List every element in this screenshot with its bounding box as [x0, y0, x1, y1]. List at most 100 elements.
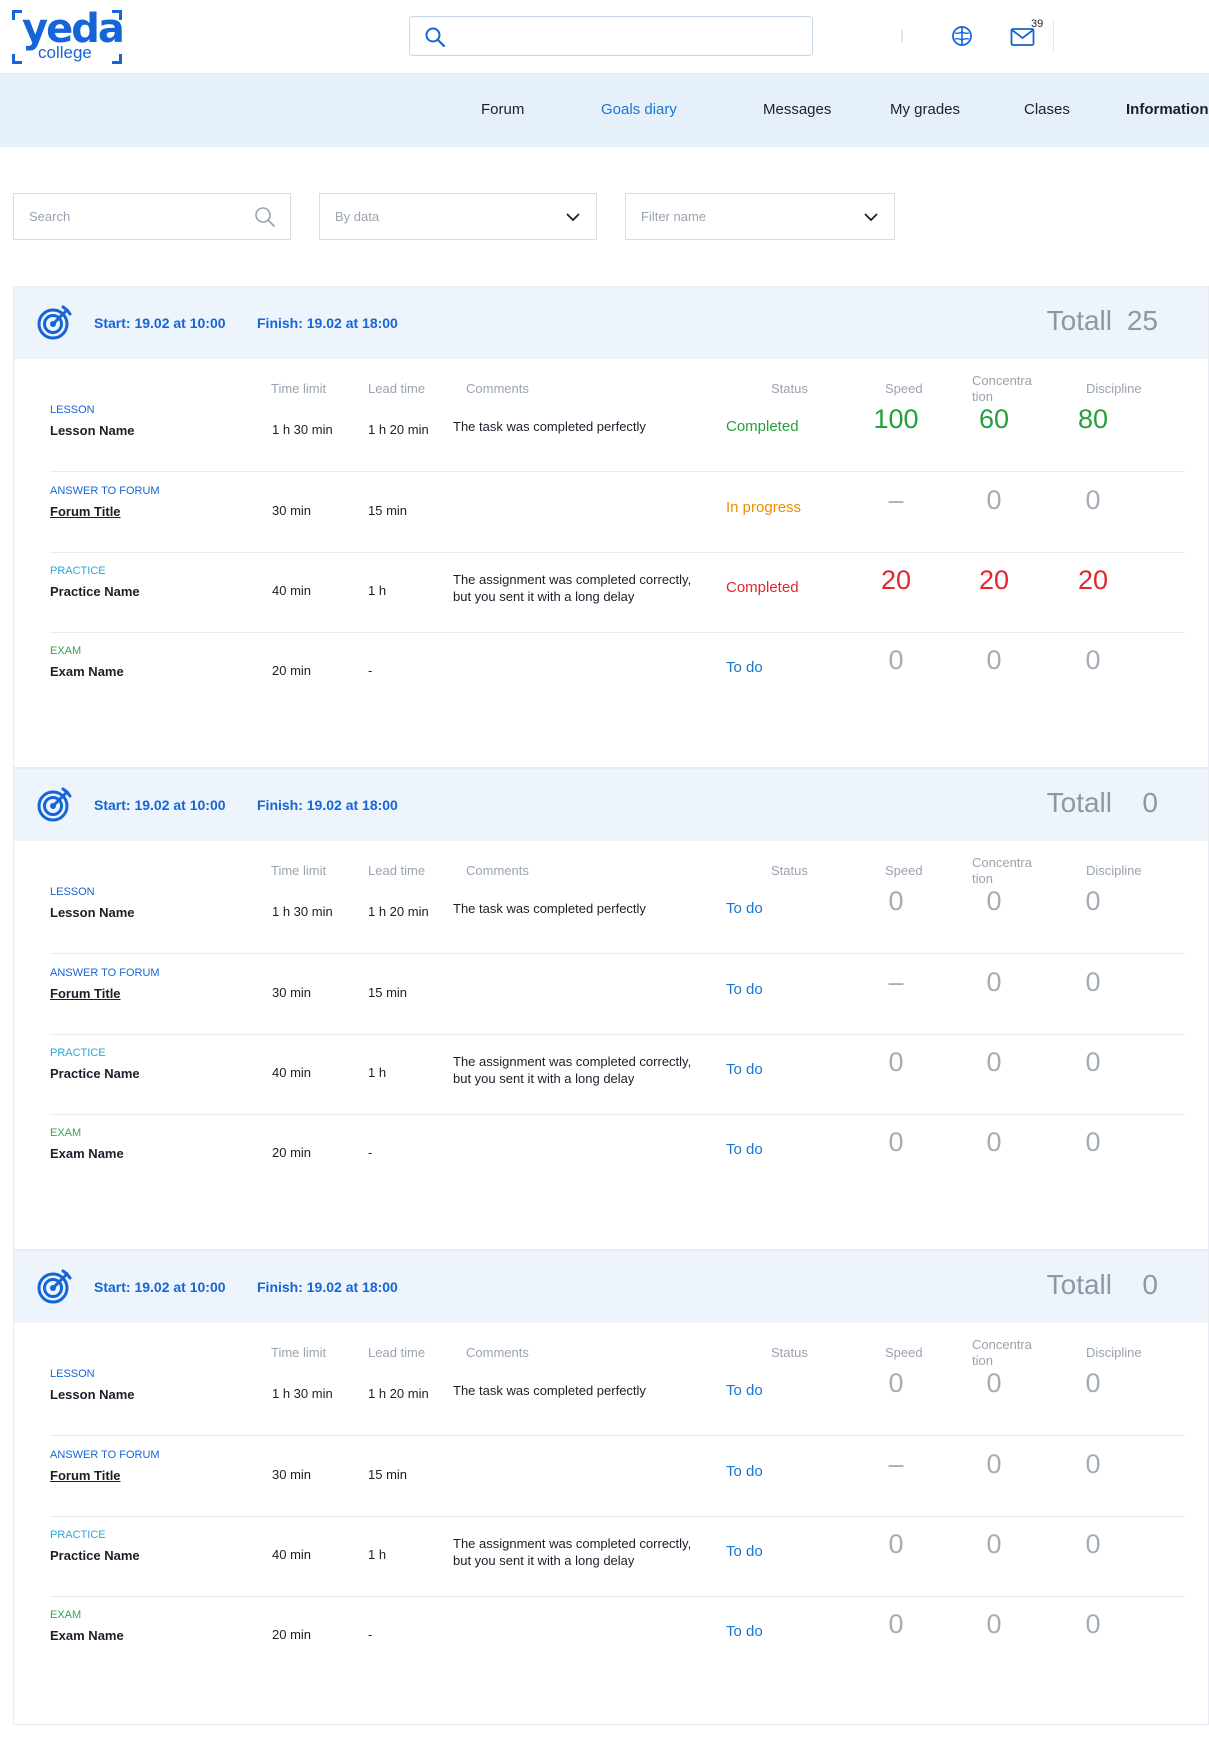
task-time-limit: 30 min: [272, 1467, 312, 1482]
task-status[interactable]: To do: [726, 1382, 763, 1399]
task-lead-time: 15 min: [368, 1467, 408, 1482]
task-time-limit: 40 min: [272, 1065, 312, 1080]
logo-corner: [12, 54, 22, 64]
by-data-dropdown[interactable]: By data: [319, 193, 597, 240]
nav-information[interactable]: Information: [1126, 101, 1209, 118]
task-comment: [453, 659, 743, 676]
task-name-link[interactable]: Forum Title: [50, 986, 121, 1001]
goal-total-label: Totall: [1046, 305, 1112, 336]
goal-card-header: Start: 19.02 at 10:00 Finish: 19.02 at 18…: [14, 1251, 1208, 1323]
goal-task-row[interactable]: EXAM Exam Name 20 min - To do 0 0 0: [50, 1597, 1185, 1677]
task-comment-line1: The assignment was completed correctly,: [453, 572, 692, 587]
score-discipline: 0: [1085, 1449, 1101, 1479]
nav-messages[interactable]: Messages: [763, 101, 831, 118]
task-status[interactable]: To do: [726, 1061, 763, 1078]
goal-finish: Finish: 19.02 at 18:00: [257, 797, 398, 813]
chevron-down-icon: [566, 213, 580, 222]
task-status[interactable]: To do: [726, 659, 763, 676]
goal-task-row[interactable]: LESSON Lesson Name 1 h 30 min 1 h 20 min The…: [50, 874, 1185, 954]
task-comment-line1: The task was completed perfectly: [453, 1383, 646, 1398]
task-lead-time: 15 min: [368, 503, 408, 518]
score-discipline: 0: [1085, 1529, 1101, 1559]
goal-task-row[interactable]: LESSON Lesson Name 1 h 30 min 1 h 20 min The…: [50, 392, 1185, 472]
task-status[interactable]: To do: [726, 1623, 763, 1640]
task-type: ANSWER TO FORUM: [50, 485, 160, 497]
goal-task-row[interactable]: ANSWER TO FORUM Forum Title 30 min 15 min To…: [50, 955, 1185, 1035]
goal-total-label: Totall: [1046, 1269, 1112, 1300]
score-concentration: 60: [978, 404, 1010, 434]
task-name-link[interactable]: Forum Title: [50, 1468, 121, 1483]
task-status[interactable]: To do: [726, 981, 763, 998]
nav-forum[interactable]: Forum: [481, 101, 524, 118]
score-speed: –: [888, 1449, 904, 1479]
goal-card-header: Start: 19.02 at 10:00 Finish: 19.02 at 18…: [14, 287, 1208, 359]
score-speed: 0: [888, 1047, 904, 1077]
task-status[interactable]: To do: [726, 1543, 763, 1560]
goal-task-row[interactable]: ANSWER TO FORUM Forum Title 30 min 15 min To…: [50, 1437, 1185, 1517]
goal-task-row[interactable]: PRACTICE Practice Name 40 min 1 h The assign…: [50, 1035, 1185, 1115]
score-concentration: 0: [986, 1449, 1002, 1479]
score-speed: 0: [888, 1368, 904, 1398]
goal-total-label: Totall: [1046, 787, 1112, 818]
task-name: Exam Name: [50, 1146, 124, 1161]
task-comment: [453, 1141, 743, 1158]
nav-clases[interactable]: Clases: [1024, 101, 1070, 118]
score-speed: 100: [873, 404, 919, 434]
task-time-limit: 20 min: [272, 1145, 312, 1160]
score-discipline: 0: [1085, 886, 1101, 916]
nav-goals-diary[interactable]: Goals diary: [601, 101, 677, 118]
brain-icon[interactable]: [950, 24, 974, 48]
score-concentration: 0: [986, 645, 1002, 675]
task-lead-time: -: [368, 1627, 373, 1642]
task-type: PRACTICE: [50, 1529, 106, 1541]
goal-task-row[interactable]: PRACTICE Practice Name 40 min 1 h The assign…: [50, 1517, 1185, 1597]
task-comment-line2: but you sent it with a long delay: [453, 1071, 635, 1086]
col-concentration-line1: Concentra: [972, 373, 1032, 388]
task-time-limit: 40 min: [272, 1547, 312, 1562]
task-status[interactable]: To do: [726, 1141, 763, 1158]
task-lead-time: 1 h 20 min: [368, 422, 429, 437]
task-lead-time: 1 h: [368, 1065, 387, 1080]
score-concentration: 0: [986, 967, 1002, 997]
task-time-limit: 30 min: [272, 503, 312, 518]
task-type: EXAM: [50, 1609, 82, 1621]
score-speed: 0: [888, 1529, 904, 1559]
by-data-placeholder: By data: [335, 209, 380, 224]
task-name: Practice Name: [50, 1066, 140, 1081]
task-name: Exam Name: [50, 1628, 124, 1643]
goal-task-row[interactable]: ANSWER TO FORUM Forum Title 30 min 15 min In…: [50, 473, 1185, 553]
target-icon: [37, 1269, 72, 1304]
task-lead-time: 1 h: [368, 1547, 387, 1562]
task-type: EXAM: [50, 1127, 82, 1139]
search-input[interactable]: Search: [13, 193, 291, 240]
score-concentration: 0: [986, 1047, 1002, 1077]
score-speed: –: [888, 485, 904, 515]
goal-task-row[interactable]: EXAM Exam Name 20 min - To do 0 0 0: [50, 633, 1185, 713]
task-name-link[interactable]: Forum Title: [50, 504, 121, 519]
task-name: Lesson Name: [50, 423, 135, 438]
task-comment: The assignment was completed correctly, b…: [453, 571, 743, 605]
task-comment-line1: The assignment was completed correctly,: [453, 1054, 692, 1069]
task-time-limit: 1 h 30 min: [272, 904, 333, 919]
global-search-input[interactable]: [409, 16, 813, 56]
goal-task-row[interactable]: EXAM Exam Name 20 min - To do 0 0 0: [50, 1115, 1185, 1195]
task-comment: The task was completed perfectly: [453, 1382, 743, 1399]
score-speed: 0: [888, 1609, 904, 1639]
score-speed: 0: [888, 1127, 904, 1157]
task-status: In progress: [726, 499, 802, 516]
filter-name-dropdown[interactable]: Filter name: [625, 193, 895, 240]
score-speed: 0: [888, 886, 904, 916]
nav-my-grades[interactable]: My grades: [890, 101, 960, 118]
goal-task-row[interactable]: PRACTICE Practice Name 40 min 1 h The assign…: [50, 553, 1185, 633]
task-name: Practice Name: [50, 1548, 140, 1563]
yeda-college-logo[interactable]: yeda college: [12, 6, 125, 64]
goal-card: Start: 19.02 at 10:00 Finish: 19.02 at 18…: [13, 286, 1209, 768]
task-lead-time: 1 h 20 min: [368, 904, 429, 919]
task-status[interactable]: To do: [726, 1463, 763, 1480]
task-comment-line1: The task was completed perfectly: [453, 901, 646, 916]
score-discipline: 0: [1085, 645, 1101, 675]
score-speed: –: [888, 967, 904, 997]
task-lead-time: -: [368, 663, 373, 678]
task-status[interactable]: To do: [726, 900, 763, 917]
goal-task-row[interactable]: LESSON Lesson Name 1 h 30 min 1 h 20 min The…: [50, 1356, 1185, 1436]
